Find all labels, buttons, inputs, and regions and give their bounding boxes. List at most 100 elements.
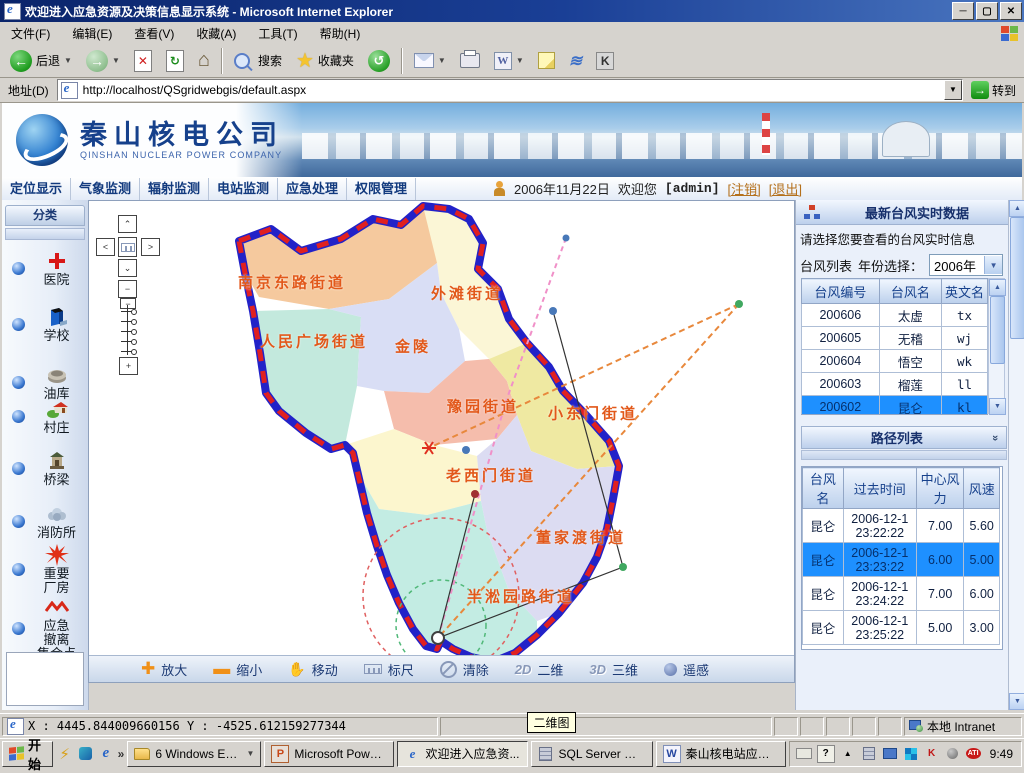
mail-button[interactable]: ▼ [408,50,452,71]
sidebar-item-important-plant[interactable]: 重要 厂房 [2,544,88,595]
typhoon-row[interactable]: 200606太虚tx [802,304,988,327]
col-wind-force[interactable]: 中心风力 [916,468,963,509]
quicklaunch-desktop-icon[interactable]: ⚡ [56,743,74,765]
logout-link[interactable]: [注销] [728,179,761,198]
start-button[interactable]: 开始 [2,741,53,767]
map-viewport[interactable]: 南京东路街道 外滩街道 人民广场街道 金陵 豫园街道 小东门街道 老西门街道 董… [88,200,795,683]
typhoon-row-selected[interactable]: 200602昆仑kl [802,396,988,416]
nav-item-emergency[interactable]: 应急处理 [278,178,347,200]
messenger-button[interactable]: ≋ [563,48,588,74]
pan-down-button[interactable]: ⌄ [118,259,137,277]
mail-dropdown-icon[interactable]: ▼ [438,56,446,65]
typhoon-table-scrollbar[interactable]: ▲ ▼ [988,278,1005,414]
detail-row-selected[interactable]: 昆仑2006-12-1 23:23:226.005.00 [803,543,1000,577]
scroll-thumb[interactable] [1010,217,1024,339]
close-button[interactable]: ✕ [1000,2,1022,20]
select-dropdown-icon[interactable]: ▼ [984,256,1002,274]
history-button[interactable]: ↺ [362,47,396,75]
scroll-up-icon[interactable]: ▲ [989,279,1006,296]
sidebar-item-school[interactable]: 学校 [2,306,88,343]
zoom-slider-track[interactable] [127,305,128,355]
sidebar-item-fire-station[interactable]: 消防所 [2,503,88,540]
search-button[interactable]: 搜索 [228,49,288,72]
path-list-header[interactable]: 路径列表 » [801,426,1007,449]
forward-button[interactable]: → ▼ [80,47,126,75]
zoom-in-tool[interactable]: ✚ 放大 [141,660,187,679]
task-windows-explorer[interactable]: 6 Windows Expl... ▼ [127,741,261,767]
menu-view[interactable]: 查看(V) [123,22,185,44]
edit-word-button[interactable]: W ▼ [488,49,530,73]
go-button[interactable]: → 转到 [967,80,1020,100]
menu-file[interactable]: 文件(F) [0,22,61,44]
detail-row[interactable]: 昆仑2006-12-1 23:25:225.003.00 [803,611,1000,645]
pan-right-button[interactable]: > [141,238,160,256]
group-dropdown-icon[interactable]: ▼ [246,749,254,758]
stop-button[interactable]: ✕ [128,47,158,75]
minimize-button[interactable]: ─ [952,2,974,20]
quicklaunch-app-icon[interactable] [76,743,94,765]
remote-sensing-tool[interactable]: 遥感 [664,660,709,679]
nav-item-locate[interactable]: 定位显示 [2,178,71,200]
taskbar-clock[interactable]: 9:49 [986,747,1013,761]
scroll-up-icon[interactable]: ▲ [1009,200,1024,217]
panel-splitter[interactable] [801,450,1007,460]
typhoon-row[interactable]: 200605无稽wj [802,327,988,350]
sidebar-item-hospital[interactable]: 医院 [2,250,88,287]
full-extent-button[interactable] [118,237,137,257]
collapse-chevron-icon[interactable]: » [989,434,1001,440]
pan-left-button[interactable]: < [96,238,115,256]
sidebar-item-oil-depot[interactable]: 油库 [2,364,88,401]
menu-edit[interactable]: 编辑(E) [61,22,123,44]
nav-item-station[interactable]: 电站监测 [209,178,278,200]
sidebar-item-bridge[interactable]: 桥梁 [2,450,88,487]
col-typhoon-id[interactable]: 台风编号 [802,279,880,304]
view-3d-tool[interactable]: 3D 三维 [589,660,638,679]
col-typhoon-en[interactable]: 英文名 [942,279,988,304]
col-typhoon-name[interactable]: 台风名 [879,279,941,304]
scroll-down-icon[interactable]: ▼ [1009,693,1024,710]
menu-help[interactable]: 帮助(H) [309,22,372,44]
task-sql-server[interactable]: SQL Server 服务... [531,741,653,767]
typhoon-row[interactable]: 200603榴莲ll [802,373,988,396]
sql-tray-icon[interactable] [861,746,877,762]
pan-tool[interactable]: ✋ 移动 [288,660,337,679]
task-ie-current[interactable]: e 欢迎进入应急资... [397,741,527,767]
home-button[interactable]: ⌂ [192,46,216,75]
help-tray-icon[interactable]: ? [817,745,835,763]
clear-tool[interactable]: 清除 [440,660,489,679]
back-button[interactable]: ← 后退 ▼ [4,47,78,75]
forward-dropdown-icon[interactable]: ▼ [112,56,120,65]
sidebar-item-village[interactable]: 村庄 [2,398,88,435]
col-time[interactable]: 过去时间 [843,468,916,509]
pan-up-button[interactable]: ⌃ [118,215,137,233]
refresh-button[interactable]: ↻ [160,47,190,75]
scroll-down-icon[interactable]: ▼ [989,398,1006,415]
nav-item-radiation[interactable]: 辐射监测 [140,178,209,200]
menu-favorites[interactable]: 收藏(A) [185,22,247,44]
zoom-plus-button[interactable]: + [119,357,138,375]
back-dropdown-icon[interactable]: ▼ [64,56,72,65]
category-header[interactable]: 分类 [5,205,85,226]
network-tray-icon[interactable] [882,746,898,762]
grid-tray-icon[interactable] [903,746,919,762]
exit-link[interactable]: [退出] [769,179,802,198]
keyboard-tray-icon[interactable] [796,746,812,762]
scroll-thumb[interactable] [990,296,1005,364]
zoom-minus-button[interactable]: − [118,280,137,298]
ati-tray-icon[interactable]: ATI [966,748,981,759]
kaspersky-button[interactable]: K [590,49,620,73]
detail-row[interactable]: 昆仑2006-12-1 23:22:227.005.60 [803,509,1000,543]
menu-tools[interactable]: 工具(T) [247,22,308,44]
edit-dropdown-icon[interactable]: ▼ [516,56,524,65]
detail-row[interactable]: 昆仑2006-12-1 23:24:227.006.00 [803,577,1000,611]
print-button[interactable] [454,50,486,71]
ruler-tool[interactable]: 标尺 [364,660,414,679]
zoom-slider-top[interactable]: − [120,298,136,309]
kaspersky-tray-icon[interactable]: K [924,746,940,762]
nav-item-permission[interactable]: 权限管理 [347,178,416,200]
view-2d-tool[interactable]: 2D 二维 [515,660,564,679]
year-select[interactable]: 2006年 ▼ [929,254,1003,276]
col-name[interactable]: 台风名 [803,468,844,509]
volume-tray-icon[interactable] [945,746,961,762]
maximize-button[interactable]: ▢ [976,2,998,20]
